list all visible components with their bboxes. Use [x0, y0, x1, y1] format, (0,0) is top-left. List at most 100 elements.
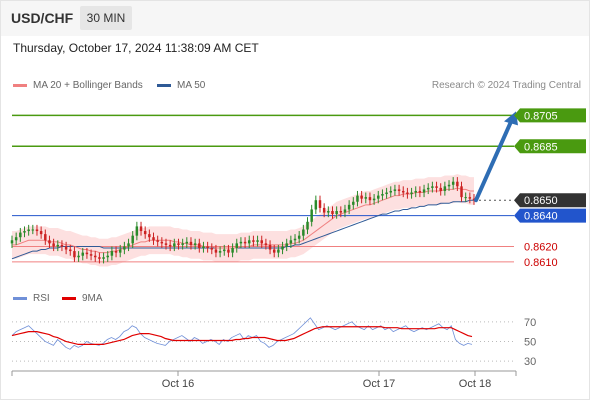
candle-body [152, 237, 155, 241]
candle [318, 195, 322, 213]
candle-body [443, 186, 447, 191]
candle-body [198, 243, 201, 248]
level-label-0.8620: 0.8620 [524, 241, 558, 253]
candle-body [69, 249, 72, 252]
candle-body [293, 238, 297, 241]
candle-body [31, 229, 35, 231]
candle-body [214, 249, 218, 253]
candle-body [360, 195, 363, 199]
candle-body [56, 244, 60, 247]
candle-body [264, 243, 268, 245]
candle-body [281, 246, 284, 250]
candle-body [314, 200, 318, 210]
candle-body [48, 240, 51, 244]
bollinger-band-area [12, 174, 474, 267]
candle-body [327, 211, 330, 213]
candle-body [189, 241, 193, 245]
candle-body [252, 240, 255, 242]
candle-body [368, 197, 372, 201]
candle-body [243, 241, 247, 244]
price-chart[interactable]: 0.8705 0.8685 0.8650 0.8640 0.8620 0.8610 70 50… [0, 0, 590, 400]
candle-body [260, 240, 263, 244]
candle-body [343, 209, 347, 213]
candle-body [239, 241, 243, 244]
candle-body [456, 181, 459, 187]
candle-body [372, 198, 376, 201]
candle-body [397, 189, 401, 191]
candle-body [177, 243, 180, 245]
candle-body [93, 255, 97, 258]
candle-body [73, 251, 76, 258]
forecast-arrow [474, 117, 514, 203]
level-label-0.8640: 0.8640 [524, 211, 558, 223]
candle-body [339, 211, 343, 213]
candle-body [102, 257, 105, 259]
candle-body [148, 234, 151, 238]
candle-body [272, 249, 276, 253]
level-label-0.8685: 0.8685 [524, 141, 558, 153]
candle-body [168, 244, 172, 247]
candle-body [39, 231, 43, 235]
rsi-tick-label: 50 [524, 336, 536, 348]
level-label-0.8705: 0.8705 [524, 110, 558, 122]
candle-body [235, 243, 239, 248]
candle-body [60, 244, 64, 247]
candle-body [156, 240, 159, 242]
candle-body [127, 243, 130, 247]
rsi-tick-label: 70 [524, 317, 536, 329]
candle-body [431, 186, 434, 188]
candle-body [44, 234, 47, 241]
candle-body [85, 252, 89, 255]
candle-body [277, 249, 280, 253]
candle-body [381, 194, 384, 196]
candle-body [464, 197, 467, 199]
candle-body [81, 252, 85, 256]
candle-body [231, 248, 234, 253]
candle-body [352, 201, 355, 205]
candle-body [364, 197, 368, 199]
candle-body [285, 243, 288, 247]
candle-body [210, 248, 214, 250]
candle-body [406, 192, 409, 195]
candle-body [447, 184, 451, 187]
candle-body [206, 246, 209, 248]
candle-body [356, 195, 359, 202]
candle-body [123, 246, 126, 250]
candle-body [223, 249, 226, 252]
candle-body [110, 251, 114, 256]
candle-body [347, 204, 351, 210]
candle-body [135, 226, 139, 236]
candle-body [268, 244, 272, 250]
candle-body [322, 207, 326, 213]
candle-body [393, 189, 397, 191]
candle-body [414, 190, 417, 193]
level-label-0.8610: 0.8610 [524, 257, 558, 269]
candle-body [389, 190, 393, 193]
candle-body [218, 251, 222, 253]
candle-body [331, 211, 334, 215]
candle-body [468, 197, 472, 199]
candle-body [139, 226, 143, 232]
candle-body [385, 192, 388, 195]
candle-body [247, 240, 251, 244]
candle-body [14, 237, 18, 241]
candle-body [227, 249, 230, 253]
candle-body [256, 240, 259, 242]
candle-body [160, 241, 164, 244]
candle-body [310, 209, 313, 222]
rsi-tick-label: 30 [524, 356, 536, 368]
candle-body [410, 192, 413, 195]
candle-body [118, 249, 122, 253]
candle-body [181, 243, 184, 245]
candle-body [10, 240, 14, 244]
x-tick-label: Oct 18 [459, 378, 491, 390]
candle-body [64, 246, 68, 250]
candle-body [114, 251, 118, 253]
candle-body [173, 243, 176, 247]
candle-body [435, 186, 438, 188]
candle-body [202, 246, 205, 248]
candle-body [35, 229, 39, 232]
candle-body [451, 181, 455, 185]
candle-body [302, 229, 305, 236]
candle-body [98, 257, 101, 259]
